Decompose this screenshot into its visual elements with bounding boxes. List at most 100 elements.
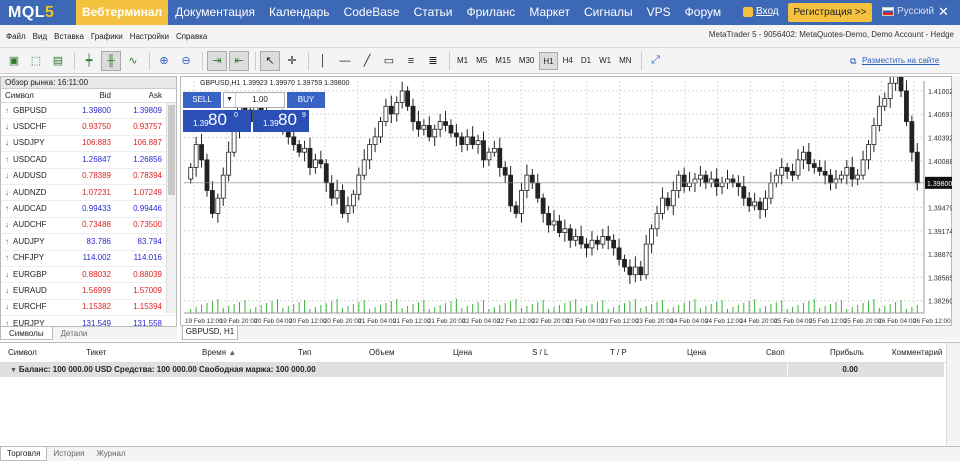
market-watch-row[interactable]: ↓ AUDUSD 0.78389 0.78394 — [1, 169, 176, 185]
market-watch-row[interactable]: ↑ AUDCAD 0.99433 0.99446 — [1, 201, 176, 218]
bar-chart-icon[interactable]: ┿ — [79, 51, 99, 71]
embed-icon: ⧉ — [850, 56, 857, 66]
tf-h4[interactable]: H4 — [560, 52, 576, 70]
col-profit[interactable]: Прибыль — [830, 343, 864, 363]
market-watch-row[interactable]: ↓ EURAUD 1.56999 1.57009 — [1, 283, 176, 300]
market-watch-row[interactable]: ↓ USDCHF 0.93750 0.93757 — [1, 119, 176, 136]
fullscreen-icon[interactable]: ⤢ — [646, 51, 666, 71]
close-icon[interactable]: ✕ — [938, 4, 949, 20]
mql5-logo[interactable]: MQL5 — [0, 4, 76, 22]
sell-button[interactable]: SELL — [183, 92, 221, 108]
tf-mn[interactable]: MN — [616, 52, 634, 70]
trade-table-header: Символ Тикет Время ▲ Тип Объем Цена S / … — [0, 343, 960, 363]
market-watch-row[interactable]: ↓ EURGBP 0.88032 0.88039 — [1, 267, 176, 284]
auto-scroll-icon[interactable]: ⇥ — [207, 50, 227, 71]
nav-articles[interactable]: Статьи — [407, 0, 460, 25]
col-swap[interactable]: Своп — [766, 343, 785, 363]
chart-scrollbar[interactable] — [952, 76, 960, 326]
tab-history[interactable]: История — [47, 447, 90, 461]
nav-documentation[interactable]: Документация — [168, 0, 262, 25]
sell-price[interactable]: 1.39 80 0 — [183, 110, 251, 132]
open-chart-icon[interactable]: ⬚ — [26, 51, 46, 71]
register-button[interactable]: Регистрация >> — [788, 3, 872, 22]
col-ticket[interactable]: Тикет — [86, 343, 106, 363]
lot-input[interactable]: ▼ 1.00 — [223, 92, 285, 108]
tf-m1[interactable]: M1 — [454, 52, 471, 70]
nav-signals[interactable]: Сигналы — [577, 0, 640, 25]
place-on-site-link[interactable]: Разместить на сайте — [862, 56, 939, 65]
menu-settings[interactable]: Настройки — [130, 32, 169, 41]
col-volume[interactable]: Объем — [369, 343, 395, 363]
login-link[interactable]: Вход — [743, 6, 779, 17]
new-order-icon[interactable]: ▣ — [4, 51, 24, 71]
buy-price[interactable]: 1.39 80 9 — [253, 110, 309, 132]
cursor-icon[interactable]: ↖ — [260, 50, 280, 71]
vertical-line-icon[interactable]: │ — [313, 51, 333, 71]
menu-insert[interactable]: Вставка — [54, 32, 84, 41]
nav-codebase[interactable]: CodeBase — [337, 0, 407, 25]
tf-h1[interactable]: H1 — [539, 51, 558, 70]
market-watch-row[interactable]: ↑ USDCAD 1.26847 1.26856 — [1, 152, 176, 169]
toolbox-scrollbar[interactable] — [946, 343, 960, 447]
candle-body — [855, 174, 861, 180]
menu-charts[interactable]: Графики — [91, 32, 123, 41]
col-bid[interactable]: Bid — [63, 89, 113, 102]
market-watch-row[interactable]: ↓ USDJPY 106.883 106.887 — [1, 136, 176, 153]
tf-m15[interactable]: M15 — [492, 52, 514, 70]
col-symbol[interactable]: Символ — [8, 343, 37, 363]
layers-icon[interactable]: ▤ — [48, 51, 68, 71]
trend-line-icon[interactable]: ╱ — [357, 51, 377, 71]
lock-icon — [743, 6, 753, 17]
tab-details[interactable]: Детали — [53, 327, 96, 340]
market-watch-row[interactable]: ↓ EURCHF 1.15382 1.15394 — [1, 300, 176, 317]
tf-m5[interactable]: M5 — [473, 52, 490, 70]
tf-w1[interactable]: W1 — [596, 52, 614, 70]
market-watch-row[interactable]: ↓ AUDCHF 0.73488 0.73500 — [1, 218, 176, 235]
language-selector[interactable]: Русский — [882, 6, 934, 17]
buy-button[interactable]: BUY — [287, 92, 325, 108]
nav-forum[interactable]: Форум — [678, 0, 728, 25]
col-tp[interactable]: T / P — [610, 343, 627, 363]
crosshair-icon[interactable]: ✛ — [282, 51, 302, 71]
horizontal-line-icon[interactable]: — — [335, 51, 355, 71]
col-time[interactable]: Время ▲ — [202, 343, 236, 363]
col-type[interactable]: Тип — [298, 343, 311, 363]
tab-symbols[interactable]: Символы — [0, 327, 53, 340]
candlestick-chart-icon[interactable]: ╫ — [101, 50, 121, 71]
tab-journal[interactable]: Журнал — [90, 447, 131, 461]
tf-m30[interactable]: M30 — [516, 52, 538, 70]
menu-file[interactable]: Файл — [6, 32, 26, 41]
candle-body — [394, 102, 400, 115]
tab-gbpusd-h1[interactable]: GBPUSD, H1 — [182, 326, 238, 340]
market-watch-row[interactable]: ↑ AUDJPY 83.786 83.794 — [1, 234, 176, 251]
col-comment[interactable]: Комментарий — [892, 343, 942, 363]
chart-shift-icon[interactable]: ⇤ — [229, 50, 249, 71]
market-watch-row[interactable]: ↑ GBPUSD 1.39800 1.39809 — [1, 103, 176, 120]
zoom-out-icon[interactable]: ⊖ — [176, 51, 196, 71]
col-ask[interactable]: Ask — [113, 89, 165, 102]
nav-webterminal[interactable]: Вебтерминал — [76, 0, 169, 25]
menu-view[interactable]: Вид — [33, 32, 47, 41]
nav-vps[interactable]: VPS — [640, 0, 678, 25]
nav-market[interactable]: Маркет — [522, 0, 577, 25]
market-watch-row[interactable]: ↓ AUDNZD 1.07231 1.07249 — [1, 185, 176, 202]
col-symbol[interactable]: Символ — [1, 89, 63, 102]
line-chart-icon[interactable]: ∿ — [123, 51, 143, 71]
market-watch-scrollbar[interactable] — [166, 103, 176, 313]
scrollbar-thumb[interactable] — [168, 105, 175, 195]
lot-dropdown-icon[interactable]: ▼ — [224, 93, 236, 107]
market-watch-row[interactable]: ↑ CHFJPY 114.002 114.016 — [1, 251, 176, 267]
tf-d1[interactable]: D1 — [578, 52, 594, 70]
fibonacci-icon[interactable]: ≣ — [423, 51, 443, 71]
channel-icon[interactable]: ≡ — [401, 51, 421, 71]
nav-calendar[interactable]: Календарь — [262, 0, 337, 25]
collapse-icon[interactable]: ▼ — [10, 367, 19, 374]
zoom-in-icon[interactable]: ⊕ — [154, 51, 174, 71]
text-label-icon[interactable]: ▭ — [379, 51, 399, 71]
col-price-current[interactable]: Цена — [687, 343, 706, 363]
col-sl[interactable]: S / L — [532, 343, 548, 363]
col-price[interactable]: Цена — [453, 343, 472, 363]
nav-freelance[interactable]: Фриланс — [460, 0, 523, 25]
menu-help[interactable]: Справка — [176, 32, 207, 41]
tab-trade[interactable]: Торговля — [0, 447, 48, 461]
